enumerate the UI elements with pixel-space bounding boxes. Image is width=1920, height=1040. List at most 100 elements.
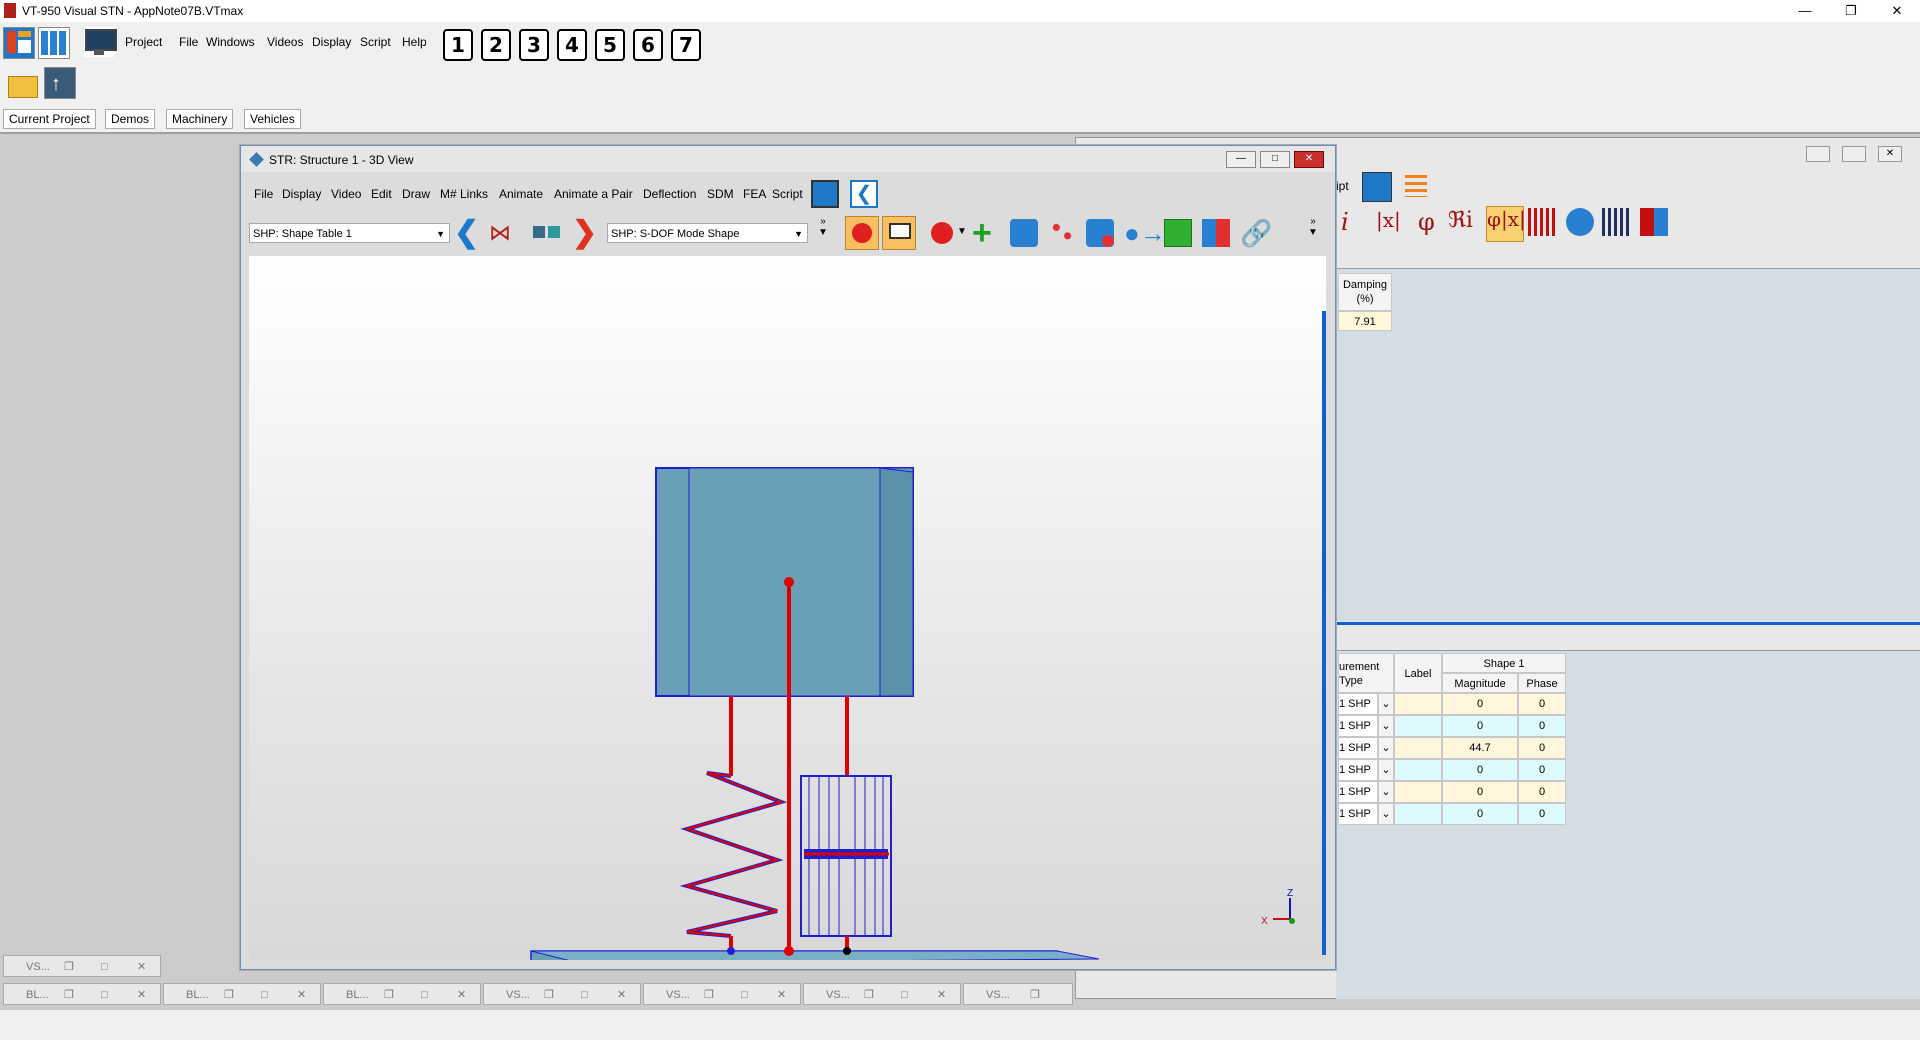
- export-chart-icon[interactable]: [1640, 208, 1668, 236]
- window-icon[interactable]: [1362, 172, 1392, 202]
- phase-magnitude-icon[interactable]: φ|x|: [1486, 206, 1526, 242]
- close-icon[interactable]: ✕: [937, 984, 946, 1006]
- bg-close-button[interactable]: ✕: [1878, 146, 1902, 162]
- structure-3d-viewport[interactable]: Z X: [249, 256, 1326, 964]
- str-menu-sdm[interactable]: SDM: [707, 187, 734, 201]
- minimized-window[interactable]: VS... ❐: [963, 983, 1073, 1005]
- str-scrollbar[interactable]: [1322, 311, 1326, 955]
- menu-script[interactable]: Script: [360, 35, 391, 49]
- restore-icon[interactable]: ❐: [1030, 984, 1040, 1006]
- str-menu-fea[interactable]: FEA: [743, 187, 766, 201]
- bar-chart-icon[interactable]: [1528, 208, 1556, 236]
- restore-icon[interactable]: ❐: [224, 984, 234, 1006]
- remove-selection-icon[interactable]: [1086, 219, 1114, 247]
- restore-icon[interactable]: ❐: [544, 984, 554, 1006]
- link-shapes-icon[interactable]: ⋈: [489, 219, 517, 247]
- row-phase[interactable]: 0: [1518, 737, 1566, 759]
- open-folder-icon[interactable]: [6, 68, 38, 98]
- row-phase[interactable]: 0: [1518, 715, 1566, 737]
- minimized-window[interactable]: VS... ❐ □ ✕: [803, 983, 961, 1005]
- dropdown-arrow-icon[interactable]: ⌄: [1378, 781, 1394, 803]
- next-arrow-icon[interactable]: ❯: [572, 218, 600, 248]
- minimize-button[interactable]: —: [1782, 0, 1828, 22]
- row-phase[interactable]: 0: [1518, 693, 1566, 715]
- row-magnitude[interactable]: 0: [1442, 759, 1518, 781]
- maximize-icon[interactable]: □: [261, 984, 268, 1006]
- row-phase[interactable]: 0: [1518, 759, 1566, 781]
- str-menu-file[interactable]: File: [254, 187, 273, 201]
- maximize-icon[interactable]: □: [101, 984, 108, 1006]
- select-points-icon[interactable]: [1048, 219, 1076, 247]
- window-layout-button-7[interactable]: 7: [671, 29, 701, 61]
- structure-window-title-bar[interactable]: STR: Structure 1 - 3D View — □ ✕: [241, 146, 1335, 172]
- maximize-icon[interactable]: □: [741, 984, 748, 1006]
- structure-3d-window[interactable]: STR: Structure 1 - 3D View — □ ✕ File Di…: [240, 145, 1336, 970]
- minimized-window[interactable]: BL... ❐ □ ✕: [3, 983, 161, 1005]
- record-icon[interactable]: [845, 216, 879, 250]
- dropdown-arrow-icon[interactable]: ⌄: [1378, 803, 1394, 825]
- str-minimize-button[interactable]: —: [1226, 151, 1256, 168]
- minimized-window[interactable]: BL... ❐ □ ✕: [323, 983, 481, 1005]
- collapse-left-icon[interactable]: ❮: [850, 180, 878, 208]
- row-label[interactable]: [1394, 803, 1442, 825]
- row-label[interactable]: [1394, 715, 1442, 737]
- window-icon[interactable]: [811, 180, 839, 208]
- str-menu-animate[interactable]: Animate: [499, 187, 543, 201]
- chevron-down-icon[interactable]: ▼: [957, 226, 969, 240]
- checklist-icon[interactable]: [1010, 219, 1038, 247]
- add-point-icon[interactable]: [931, 222, 953, 244]
- row-magnitude[interactable]: 0: [1442, 781, 1518, 803]
- close-button[interactable]: ✕: [1874, 0, 1920, 22]
- str-menu-video[interactable]: Video: [331, 187, 361, 201]
- maximize-icon[interactable]: □: [901, 984, 908, 1006]
- bg-maximize-button[interactable]: [1842, 146, 1866, 162]
- menu-windows[interactable]: Windows: [206, 35, 255, 49]
- dropdown-arrow-icon[interactable]: ⌄: [1378, 715, 1394, 737]
- plus-icon[interactable]: +: [972, 216, 1000, 250]
- cubes-icon[interactable]: [533, 222, 563, 242]
- tab-vehicles[interactable]: Vehicles: [244, 109, 301, 129]
- menu-project[interactable]: Project: [125, 35, 162, 49]
- polar-icon[interactable]: [1566, 208, 1594, 236]
- restore-icon[interactable]: ❐: [704, 984, 714, 1006]
- str-menu-script[interactable]: Script: [772, 187, 803, 201]
- row-label[interactable]: [1394, 737, 1442, 759]
- menu-file[interactable]: File: [179, 35, 198, 49]
- restore-icon[interactable]: ❐: [384, 984, 394, 1006]
- list-icon[interactable]: [1402, 172, 1430, 200]
- minimized-window[interactable]: VS... ❐ □ ✕: [483, 983, 641, 1005]
- minimized-window[interactable]: VS... ❐ □ ✕: [643, 983, 801, 1005]
- row-label[interactable]: [1394, 759, 1442, 781]
- window-layout-button-6[interactable]: 6: [633, 29, 663, 61]
- minimized-window[interactable]: BL... ❐ □ ✕: [163, 983, 321, 1005]
- monitor-icon[interactable]: [84, 27, 117, 57]
- restore-icon[interactable]: ❐: [864, 984, 874, 1006]
- mode-shape-select[interactable]: SHP: S-DOF Mode Shape ▼: [607, 223, 808, 243]
- window-layout-button-4[interactable]: 4: [557, 29, 587, 61]
- row-magnitude[interactable]: 0: [1442, 803, 1518, 825]
- close-icon[interactable]: ✕: [297, 984, 306, 1006]
- abs-x-icon[interactable]: |x|: [1376, 208, 1404, 236]
- close-icon[interactable]: ✕: [137, 984, 146, 1006]
- move-right-icon[interactable]: ●→: [1124, 219, 1166, 247]
- minimized-window[interactable]: VS... ❐ □ ✕: [3, 955, 161, 977]
- upload-icon[interactable]: ↑: [44, 67, 76, 99]
- str-close-button[interactable]: ✕: [1294, 151, 1324, 168]
- row-magnitude[interactable]: 44.7: [1442, 737, 1518, 759]
- shape-table-select[interactable]: SHP: Shape Table 1 ▼: [249, 223, 450, 243]
- row-phase[interactable]: 0: [1518, 803, 1566, 825]
- phi-icon[interactable]: φ: [1418, 208, 1446, 236]
- object-icon[interactable]: [1164, 219, 1192, 247]
- info-icon[interactable]: i: [1341, 208, 1369, 236]
- row-magnitude[interactable]: 0: [1442, 715, 1518, 737]
- close-icon[interactable]: ✕: [137, 956, 146, 978]
- dropdown-arrow-icon[interactable]: ⌄: [1378, 693, 1394, 715]
- str-menu-edit[interactable]: Edit: [371, 187, 392, 201]
- menu-help[interactable]: Help: [402, 35, 427, 49]
- window-layout-button-1[interactable]: 1: [443, 29, 473, 61]
- damping-value[interactable]: 7.91: [1338, 311, 1392, 331]
- bg-menu-script[interactable]: ipt: [1336, 179, 1349, 193]
- tab-demos[interactable]: Demos: [105, 109, 156, 129]
- tab-current-project[interactable]: Current Project: [3, 109, 96, 129]
- toolbar-overflow-icon[interactable]: » ▼: [816, 216, 830, 250]
